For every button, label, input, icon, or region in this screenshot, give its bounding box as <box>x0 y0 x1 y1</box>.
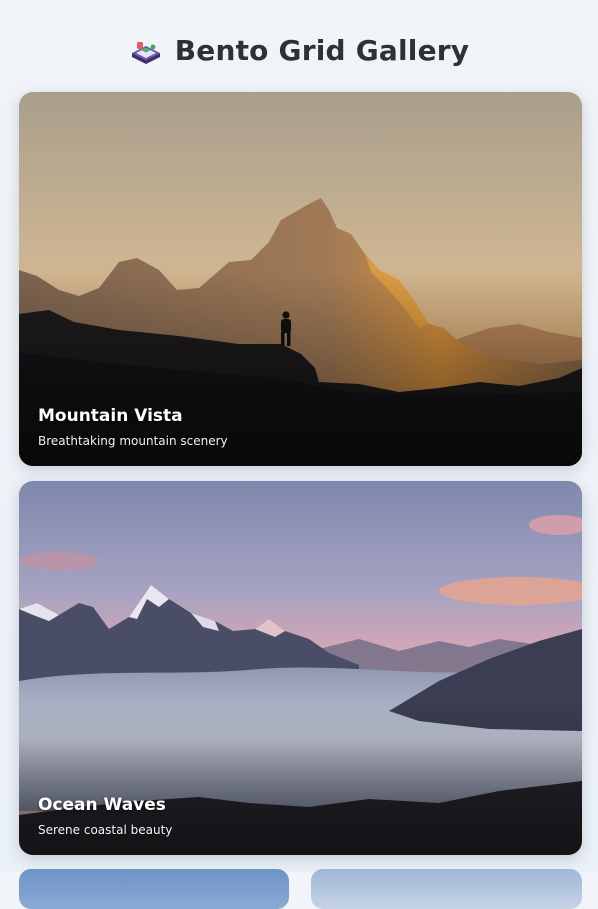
card-subtitle: Breathtaking mountain scenery <box>38 434 228 448</box>
gallery-card-ocean-waves[interactable]: Ocean Waves Serene coastal beauty <box>19 481 582 855</box>
card-caption: Ocean Waves Serene coastal beauty <box>38 795 172 837</box>
gallery-card-partial-right[interactable] <box>311 869 582 909</box>
card-title: Ocean Waves <box>38 795 166 815</box>
page-header: Bento Grid Gallery <box>0 28 598 72</box>
gallery-card-mountain-vista[interactable]: Mountain Vista Breathtaking mountain sce… <box>19 92 582 466</box>
card-subtitle: Serene coastal beauty <box>38 823 173 837</box>
card-caption: Mountain Vista Breathtaking mountain sce… <box>38 406 228 448</box>
card-title: Mountain Vista <box>38 406 183 426</box>
page-title: Bento Grid Gallery <box>174 33 470 67</box>
gallery-card-partial[interactable] <box>19 869 582 909</box>
gallery-card-partial-left[interactable] <box>19 869 289 909</box>
bento-box-icon <box>131 39 160 64</box>
